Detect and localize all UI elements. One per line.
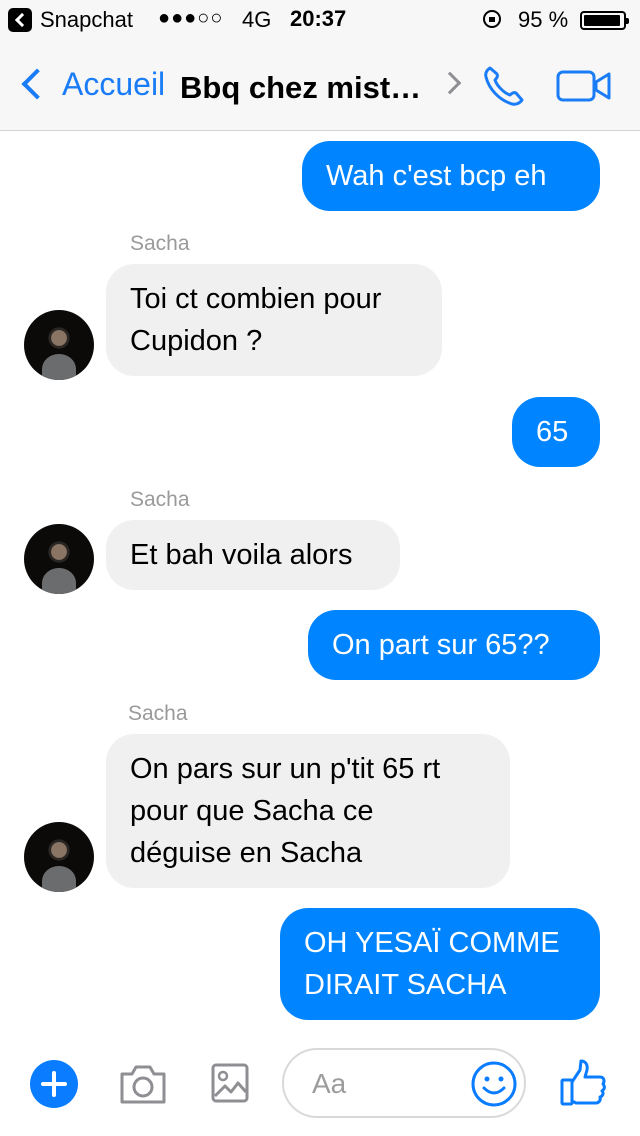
message-line: Toi ct combien pour [130,283,382,315]
battery-percent: 95 % [518,7,569,32]
message-line: Cupidon ? [130,325,263,357]
message-outgoing[interactable]: OH YESAÏ COMME DIRAIT SACHA [280,908,600,1020]
message-incoming[interactable]: Et bah voila alors [106,520,400,590]
message-line: On pars sur un p'tit 65 rt [130,753,441,785]
rotation-lock-icon [483,10,501,28]
message-line: DIRAIT SACHA [304,969,507,1001]
sender-name: Sacha [128,702,188,725]
message-line: OH YESAÏ COMME [304,927,560,959]
avatar[interactable] [24,310,94,380]
battery-fill [584,15,620,26]
message-outgoing[interactable]: On part sur 65?? [308,610,600,680]
message-incoming[interactable]: Toi ct combien pour Cupidon ? [106,264,442,376]
navigation-bar: Accueil Bbq chez mist… [0,40,640,131]
image-gallery-icon[interactable] [210,1062,250,1104]
conversation-title[interactable]: Bbq chez mist… [180,70,421,106]
message-input-placeholder: Aa [312,1068,347,1099]
message-line: Et bah voila alors [130,539,353,571]
battery-icon [580,11,629,30]
status-app-name[interactable]: Snapchat [40,7,133,33]
message-outgoing[interactable]: Wah c'est bcp eh [302,141,600,211]
sender-name: Sacha [130,488,190,511]
message-outgoing[interactable]: 65 [512,397,600,467]
phone-call-icon[interactable] [480,62,528,110]
emoji-icon[interactable] [470,1060,518,1108]
network-type: 4G [242,7,272,32]
back-label: Accueil [62,65,166,102]
back-to-app-icon[interactable] [8,8,32,32]
message-line: pour que Sacha ce [130,795,374,827]
sender-name: Sacha [130,232,190,255]
plus-icon[interactable] [30,1060,78,1108]
avatar[interactable] [24,822,94,892]
message-line: déguise en Sacha [130,837,363,869]
back-button[interactable]: Accueil [14,62,165,106]
video-call-icon[interactable] [556,68,612,104]
status-bar: Snapchat ●●●○○ 4G 20:37 95 % [0,0,640,40]
chevron-left-icon [21,68,53,100]
avatar[interactable] [24,524,94,594]
thumbs-up-icon[interactable] [558,1058,608,1108]
clock: 20:37 [290,6,347,31]
message-incoming[interactable]: On pars sur un p'tit 65 rt pour que Sach… [106,734,510,888]
signal-strength: ●●●○○ [158,7,224,29]
chevron-right-icon[interactable] [438,71,462,95]
camera-icon[interactable] [118,1062,168,1106]
